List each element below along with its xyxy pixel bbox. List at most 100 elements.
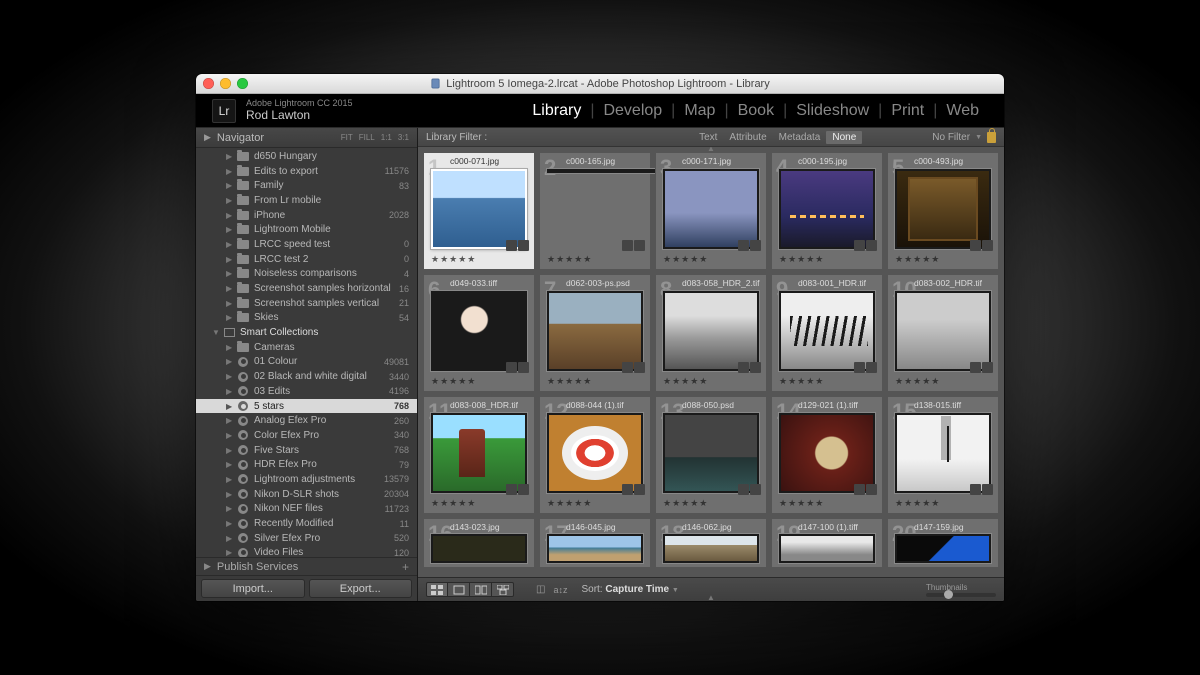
- thumbnail-size-slider[interactable]: [926, 593, 996, 597]
- rating-stars[interactable]: ★★★★★: [779, 498, 824, 509]
- zoom-1:1[interactable]: 1:1: [381, 133, 392, 142]
- thumbnail-cell[interactable]: 6d049-033.tiff★★★★★: [423, 274, 535, 392]
- collection-item[interactable]: ▶01 Colour49081: [196, 355, 417, 370]
- loupe-view-button[interactable]: [448, 582, 470, 597]
- thumbnail-cell[interactable]: 10d083-002_HDR.tif★★★★★: [887, 274, 999, 392]
- thumbnail-cell[interactable]: 11d083-008_HDR.tif★★★★★: [423, 396, 535, 514]
- module-library[interactable]: Library: [523, 102, 590, 120]
- module-map[interactable]: Map: [675, 102, 724, 120]
- thumbnail-cell[interactable]: 12d088-044 (1).tif★★★★★: [539, 396, 651, 514]
- zoom-fill[interactable]: FILL: [359, 133, 375, 142]
- collection-item[interactable]: ▶HDR Efex Pro79: [196, 457, 417, 472]
- sort-control[interactable]: Sort: Capture Time ▼: [581, 584, 678, 595]
- thumbnail-cell[interactable]: 18d146-062.jpg★★★★★: [655, 518, 767, 568]
- thumbnail-cell[interactable]: 4c000-195.jpg★★★★★: [771, 152, 883, 270]
- close-icon[interactable]: [203, 78, 214, 89]
- collection-selected[interactable]: ▶5 stars768: [196, 399, 417, 414]
- rating-stars[interactable]: ★★★★★: [431, 498, 476, 509]
- add-icon[interactable]: +: [402, 560, 409, 574]
- rating-stars[interactable]: ★★★★★: [431, 254, 476, 265]
- minimize-icon[interactable]: [220, 78, 231, 89]
- collection-item[interactable]: ▶Screenshot samples vertical21: [196, 296, 417, 311]
- sort-direction-icon[interactable]: a↕z: [553, 585, 567, 595]
- zoom-3:1[interactable]: 3:1: [398, 133, 409, 142]
- thumbnail-cell[interactable]: 1c000-071.jpg★★★★★: [423, 152, 535, 270]
- thumbnail-cell[interactable]: 20d147-159.jpg★★★★★: [887, 518, 999, 568]
- thumbnail-cell[interactable]: 5c000-493.jpg★★★★★: [887, 152, 999, 270]
- collection-item[interactable]: ▶Screenshot samples horizontal16: [196, 281, 417, 296]
- folder-icon: [236, 210, 250, 221]
- rating-stars[interactable]: ★★★★★: [547, 376, 592, 387]
- export-button[interactable]: Export...: [309, 579, 413, 598]
- module-web[interactable]: Web: [937, 102, 988, 120]
- lock-icon[interactable]: [987, 132, 996, 143]
- filter-tab-metadata[interactable]: Metadata: [773, 131, 827, 144]
- thumbnail-cell[interactable]: 13d088-050.psd★★★★★: [655, 396, 767, 514]
- thumbnail-cell[interactable]: 3c000-171.jpg★★★★★: [655, 152, 767, 270]
- thumbnail-cell[interactable]: 19d147-100 (1).tiff★★★★★: [771, 518, 883, 568]
- compare-view-button[interactable]: [470, 582, 492, 597]
- rating-stars[interactable]: ★★★★★: [895, 376, 940, 387]
- collection-item[interactable]: ▶Skies54: [196, 311, 417, 326]
- rating-stars[interactable]: ★★★★★: [431, 376, 476, 387]
- rating-stars[interactable]: ★★★★★: [895, 254, 940, 265]
- zoom-icon[interactable]: [237, 78, 248, 89]
- thumbnail-cell[interactable]: 16d143-023.jpg★★★★★: [423, 518, 535, 568]
- rating-stars[interactable]: ★★★★★: [547, 254, 592, 265]
- collection-item[interactable]: ▶03 Edits4196: [196, 384, 417, 399]
- collection-item[interactable]: ▶Edits to export11576: [196, 164, 417, 179]
- collection-item[interactable]: ▶Five Stars768: [196, 443, 417, 458]
- rating-stars[interactable]: ★★★★★: [895, 498, 940, 509]
- collection-item[interactable]: ▶Noiseless comparisons4: [196, 267, 417, 282]
- rating-stars[interactable]: ★★★★★: [663, 376, 708, 387]
- collection-item[interactable]: ▶Cameras: [196, 340, 417, 355]
- collection-item[interactable]: ▼Smart Collections: [196, 325, 417, 340]
- thumbnail-cell[interactable]: 8d083-058_HDR_2.tif★★★★★: [655, 274, 767, 392]
- painter-tool-icon[interactable]: ◫: [536, 584, 545, 595]
- rating-stars[interactable]: ★★★★★: [663, 498, 708, 509]
- collection-item[interactable]: ▶d650 Hungary: [196, 149, 417, 164]
- collection-item[interactable]: ▶LRCC test 20: [196, 252, 417, 267]
- collection-item[interactable]: ▶Lightroom adjustments13579: [196, 472, 417, 487]
- module-slideshow[interactable]: Slideshow: [787, 102, 878, 120]
- import-button[interactable]: Import...: [201, 579, 305, 598]
- collection-count: 768: [390, 445, 409, 455]
- rating-stars[interactable]: ★★★★★: [779, 254, 824, 265]
- zoom-fit[interactable]: FIT: [341, 133, 353, 142]
- rating-stars[interactable]: ★★★★★: [779, 376, 824, 387]
- collection-item[interactable]: ▶Silver Efex Pro520: [196, 531, 417, 546]
- thumbnail-cell[interactable]: 2c000-165.jpg★★★★★: [539, 152, 651, 270]
- collection-item[interactable]: ▶Video Files120: [196, 546, 417, 557]
- module-develop[interactable]: Develop: [594, 102, 671, 120]
- collection-item[interactable]: ▶Nikon NEF files11723: [196, 502, 417, 517]
- thumbnail-cell[interactable]: 14d129-021 (1).tiff★★★★★: [771, 396, 883, 514]
- collection-item[interactable]: ▶Lightroom Mobile: [196, 222, 417, 237]
- module-book[interactable]: Book: [729, 102, 783, 120]
- filter-tab-none[interactable]: None: [826, 131, 862, 144]
- rating-stars[interactable]: ★★★★★: [547, 498, 592, 509]
- publish-services-header[interactable]: ▶ Publish Services +: [196, 557, 417, 575]
- grid-view-button[interactable]: [426, 582, 448, 597]
- collection-item[interactable]: ▶Analog Efex Pro260: [196, 413, 417, 428]
- filter-tab-text[interactable]: Text: [693, 131, 723, 144]
- collection-item[interactable]: ▶Family83: [196, 178, 417, 193]
- navigator-panel-header[interactable]: ▶ Navigator FITFILL1:13:1: [196, 128, 417, 148]
- module-print[interactable]: Print: [882, 102, 933, 120]
- thumbnail-cell[interactable]: 7d062-003-ps.psd★★★★★: [539, 274, 651, 392]
- collection-item[interactable]: ▶From Lr mobile: [196, 193, 417, 208]
- filter-tab-attribute[interactable]: Attribute: [723, 131, 772, 144]
- thumbnail-cell[interactable]: 17d146-045.jpg★★★★★: [539, 518, 651, 568]
- survey-view-button[interactable]: [492, 582, 514, 597]
- rating-stars[interactable]: ★★★★★: [663, 254, 708, 265]
- collection-item[interactable]: ▶02 Black and white digital3440: [196, 369, 417, 384]
- collection-item[interactable]: ▶Color Efex Pro340: [196, 428, 417, 443]
- thumbnail-cell[interactable]: 15d138-015.tiff★★★★★: [887, 396, 999, 514]
- collection-item[interactable]: ▶Nikon D-SLR shots20304: [196, 487, 417, 502]
- collection-item[interactable]: ▶LRCC speed test0: [196, 237, 417, 252]
- collection-item[interactable]: ▶Recently Modified11: [196, 516, 417, 531]
- collection-item[interactable]: ▶iPhone2028: [196, 208, 417, 223]
- filter-preset[interactable]: No Filter ▼: [932, 132, 996, 143]
- panel-collapse-bottom-icon[interactable]: ▲: [707, 593, 715, 601]
- thumbnail-cell[interactable]: 9d083-001_HDR.tif★★★★★: [771, 274, 883, 392]
- grid-view[interactable]: ▲ 1c000-071.jpg★★★★★2c000-165.jpg★★★★★3c…: [418, 147, 1004, 577]
